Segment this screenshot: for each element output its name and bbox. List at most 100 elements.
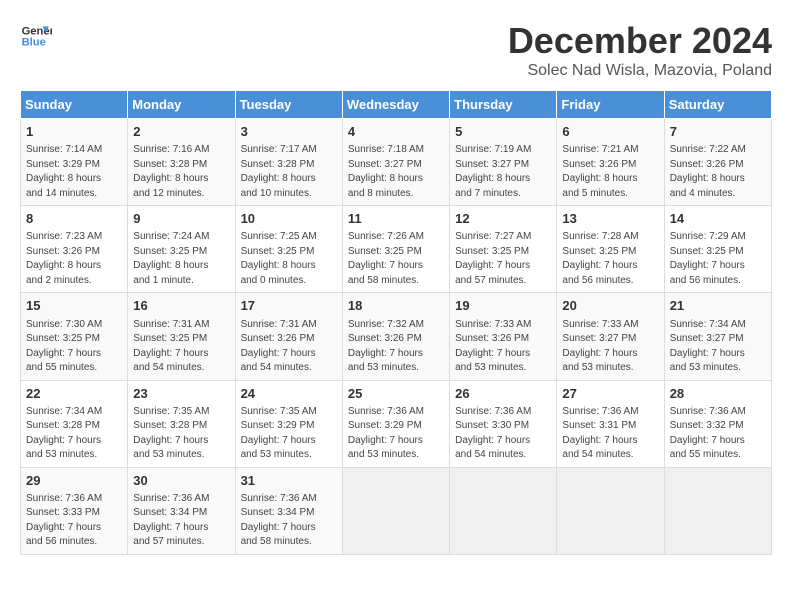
calendar-cell: 27 Sunrise: 7:36 AM Sunset: 3:31 PM Dayli…	[557, 380, 664, 467]
col-tuesday: Tuesday	[235, 91, 342, 119]
calendar-cell: 11Sunrise: 7:26 AM Sunset: 3:25 PM Dayli…	[342, 206, 449, 293]
day-number: 19	[455, 297, 551, 315]
calendar-cell	[664, 467, 771, 554]
day-info: Sunrise: 7:24 AM Sunset: 3:25 PM Dayligh…	[133, 230, 229, 288]
calendar-cell: 10Sunrise: 7:25 AM Sunset: 3:25 PM Dayli…	[235, 206, 342, 293]
calendar-cell: 2 Sunrise: 7:16 AM Sunset: 3:28 PM Daylig…	[128, 119, 235, 206]
day-number: 28	[670, 385, 766, 403]
day-info: Sunrise: 7:35 AM Sunset: 3:29 PM Dayligh…	[241, 405, 337, 463]
calendar-cell: 6 Sunrise: 7:21 AM Sunset: 3:26 PM Daylig…	[557, 119, 664, 206]
day-info: Sunrise: 7:28 AM Sunset: 3:25 PM Dayligh…	[562, 230, 658, 288]
day-number: 6	[562, 123, 658, 141]
day-number: 1	[26, 123, 122, 141]
day-number: 29	[26, 472, 122, 490]
calendar-cell: 24 Sunrise: 7:35 AM Sunset: 3:29 PM Dayli…	[235, 380, 342, 467]
day-info: Sunrise: 7:36 AM Sunset: 3:31 PM Dayligh…	[562, 405, 658, 463]
day-number: 9	[133, 210, 229, 228]
calendar-week-row: 8 Sunrise: 7:23 AM Sunset: 3:26 PM Daylig…	[21, 206, 772, 293]
logo: General Blue	[20, 20, 52, 52]
col-thursday: Thursday	[450, 91, 557, 119]
calendar-cell: 28 Sunrise: 7:36 AM Sunset: 3:32 PM Dayli…	[664, 380, 771, 467]
day-info: Sunrise: 7:18 AM Sunset: 3:27 PM Dayligh…	[348, 143, 444, 201]
day-info: Sunrise: 7:36 AM Sunset: 3:32 PM Dayligh…	[670, 405, 766, 463]
day-number: 12	[455, 210, 551, 228]
calendar-week-row: 22 Sunrise: 7:34 AM Sunset: 3:28 PM Dayli…	[21, 380, 772, 467]
day-info: Sunrise: 7:34 AM Sunset: 3:27 PM Dayligh…	[670, 318, 766, 376]
day-number: 14	[670, 210, 766, 228]
day-number: 18	[348, 297, 444, 315]
calendar-cell: 20Sunrise: 7:33 AM Sunset: 3:27 PM Dayli…	[557, 293, 664, 380]
calendar-cell: 21 Sunrise: 7:34 AM Sunset: 3:27 PM Dayli…	[664, 293, 771, 380]
day-number: 17	[241, 297, 337, 315]
col-friday: Friday	[557, 91, 664, 119]
calendar-cell: 26Sunrise: 7:36 AM Sunset: 3:30 PM Dayli…	[450, 380, 557, 467]
day-number: 24	[241, 385, 337, 403]
day-info: Sunrise: 7:16 AM Sunset: 3:28 PM Dayligh…	[133, 143, 229, 201]
calendar-cell	[342, 467, 449, 554]
day-info: Sunrise: 7:36 AM Sunset: 3:34 PM Dayligh…	[241, 492, 337, 550]
day-info: Sunrise: 7:32 AM Sunset: 3:26 PM Dayligh…	[348, 318, 444, 376]
calendar-cell: 7 Sunrise: 7:22 AM Sunset: 3:26 PM Daylig…	[664, 119, 771, 206]
calendar-table: Sunday Monday Tuesday Wednesday Thursday…	[20, 90, 772, 555]
day-number: 25	[348, 385, 444, 403]
day-number: 20	[562, 297, 658, 315]
day-number: 4	[348, 123, 444, 141]
day-info: Sunrise: 7:36 AM Sunset: 3:29 PM Dayligh…	[348, 405, 444, 463]
main-title: December 2024	[508, 20, 772, 62]
title-area: December 2024 Solec Nad Wisla, Mazovia, …	[508, 20, 772, 80]
day-number: 2	[133, 123, 229, 141]
day-number: 13	[562, 210, 658, 228]
day-number: 8	[26, 210, 122, 228]
calendar-cell	[557, 467, 664, 554]
day-info: Sunrise: 7:30 AM Sunset: 3:25 PM Dayligh…	[26, 318, 122, 376]
logo-icon: General Blue	[20, 20, 52, 52]
day-info: Sunrise: 7:31 AM Sunset: 3:25 PM Dayligh…	[133, 318, 229, 376]
calendar-cell: 17Sunrise: 7:31 AM Sunset: 3:26 PM Dayli…	[235, 293, 342, 380]
page-header: General Blue December 2024 Solec Nad Wis…	[20, 20, 772, 80]
calendar-cell: 19Sunrise: 7:33 AM Sunset: 3:26 PM Dayli…	[450, 293, 557, 380]
calendar-cell: 25 Sunrise: 7:36 AM Sunset: 3:29 PM Dayli…	[342, 380, 449, 467]
day-number: 5	[455, 123, 551, 141]
calendar-cell: 5Sunrise: 7:19 AM Sunset: 3:27 PM Daylig…	[450, 119, 557, 206]
day-info: Sunrise: 7:29 AM Sunset: 3:25 PM Dayligh…	[670, 230, 766, 288]
calendar-cell: 16 Sunrise: 7:31 AM Sunset: 3:25 PM Dayli…	[128, 293, 235, 380]
col-sunday: Sunday	[21, 91, 128, 119]
day-info: Sunrise: 7:36 AM Sunset: 3:30 PM Dayligh…	[455, 405, 551, 463]
day-number: 23	[133, 385, 229, 403]
day-number: 21	[670, 297, 766, 315]
day-info: Sunrise: 7:34 AM Sunset: 3:28 PM Dayligh…	[26, 405, 122, 463]
day-number: 7	[670, 123, 766, 141]
calendar-cell: 18 Sunrise: 7:32 AM Sunset: 3:26 PM Dayli…	[342, 293, 449, 380]
day-info: Sunrise: 7:36 AM Sunset: 3:33 PM Dayligh…	[26, 492, 122, 550]
calendar-cell: 22 Sunrise: 7:34 AM Sunset: 3:28 PM Dayli…	[21, 380, 128, 467]
day-number: 27	[562, 385, 658, 403]
day-info: Sunrise: 7:22 AM Sunset: 3:26 PM Dayligh…	[670, 143, 766, 201]
day-number: 30	[133, 472, 229, 490]
calendar-week-row: 1 Sunrise: 7:14 AM Sunset: 3:29 PM Daylig…	[21, 119, 772, 206]
calendar-cell: 12 Sunrise: 7:27 AM Sunset: 3:25 PM Dayli…	[450, 206, 557, 293]
col-wednesday: Wednesday	[342, 91, 449, 119]
calendar-cell: 1 Sunrise: 7:14 AM Sunset: 3:29 PM Daylig…	[21, 119, 128, 206]
day-info: Sunrise: 7:27 AM Sunset: 3:25 PM Dayligh…	[455, 230, 551, 288]
day-info: Sunrise: 7:26 AM Sunset: 3:25 PM Dayligh…	[348, 230, 444, 288]
day-info: Sunrise: 7:23 AM Sunset: 3:26 PM Dayligh…	[26, 230, 122, 288]
calendar-week-row: 29 Sunrise: 7:36 AM Sunset: 3:33 PM Dayli…	[21, 467, 772, 554]
calendar-cell: 29 Sunrise: 7:36 AM Sunset: 3:33 PM Dayli…	[21, 467, 128, 554]
day-number: 22	[26, 385, 122, 403]
calendar-cell: 23 Sunrise: 7:35 AM Sunset: 3:28 PM Dayli…	[128, 380, 235, 467]
day-number: 16	[133, 297, 229, 315]
calendar-week-row: 15Sunrise: 7:30 AM Sunset: 3:25 PM Dayli…	[21, 293, 772, 380]
col-saturday: Saturday	[664, 91, 771, 119]
day-info: Sunrise: 7:17 AM Sunset: 3:28 PM Dayligh…	[241, 143, 337, 201]
col-monday: Monday	[128, 91, 235, 119]
calendar-header-row: Sunday Monday Tuesday Wednesday Thursday…	[21, 91, 772, 119]
subtitle: Solec Nad Wisla, Mazovia, Poland	[508, 62, 772, 80]
day-info: Sunrise: 7:21 AM Sunset: 3:26 PM Dayligh…	[562, 143, 658, 201]
day-info: Sunrise: 7:25 AM Sunset: 3:25 PM Dayligh…	[241, 230, 337, 288]
calendar-cell	[450, 467, 557, 554]
calendar-cell: 9 Sunrise: 7:24 AM Sunset: 3:25 PM Daylig…	[128, 206, 235, 293]
day-info: Sunrise: 7:14 AM Sunset: 3:29 PM Dayligh…	[26, 143, 122, 201]
day-info: Sunrise: 7:35 AM Sunset: 3:28 PM Dayligh…	[133, 405, 229, 463]
svg-text:Blue: Blue	[22, 37, 46, 49]
day-number: 31	[241, 472, 337, 490]
